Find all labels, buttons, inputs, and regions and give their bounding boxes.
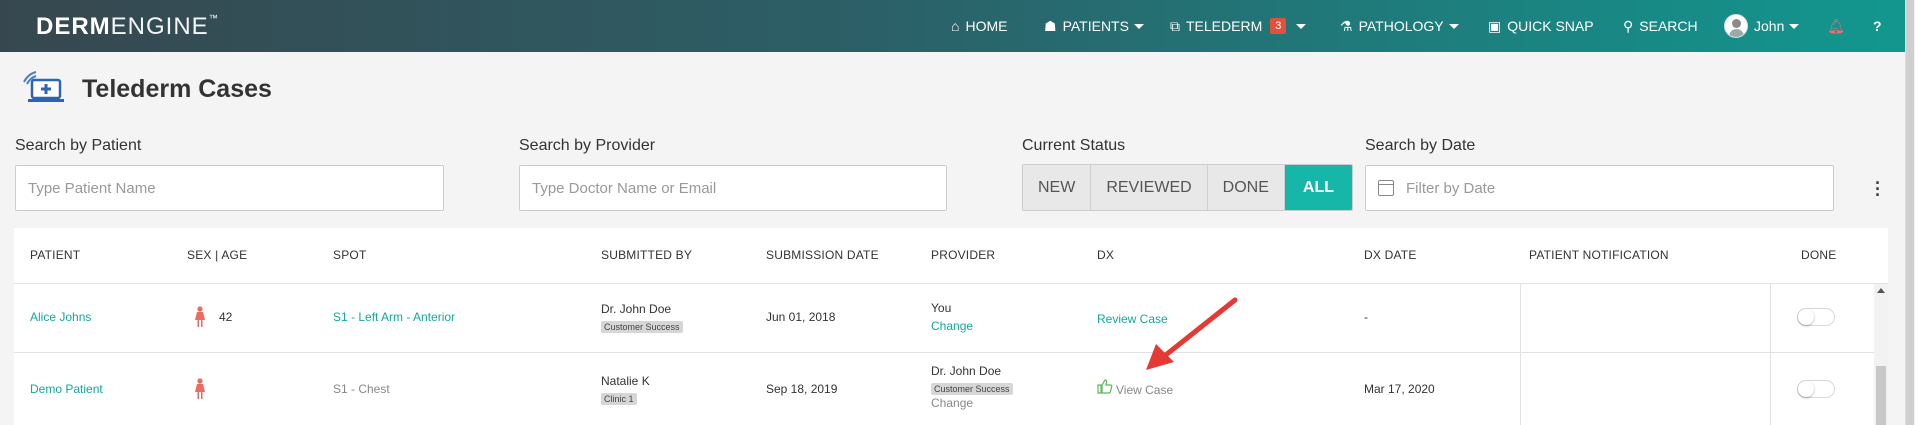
change-provider-link[interactable]: Change [931,396,973,410]
home-icon: ⌂ [951,18,960,34]
telederm-count-badge: 3 [1270,18,1287,34]
submitter-tag: Customer Success [601,321,683,333]
spot-text: S1 - Chest [333,382,390,396]
nav-home-label: HOME [965,18,1008,34]
telederm-icon: ⧉ [1170,17,1180,34]
submission-date: Sep 18, 2019 [766,382,838,396]
nav-patients[interactable]: ☗ PATIENTS [1044,0,1144,52]
camera-icon: ▣ [1488,17,1502,34]
user-menu[interactable]: John [1724,0,1800,52]
avatar [1724,14,1748,38]
microscope-icon: ⚗ [1340,17,1353,34]
col-header-dx-date[interactable]: DX DATE [1364,248,1417,262]
view-case-link[interactable]: View Case [1116,383,1173,397]
bell-icon: 🔔︎ [1827,17,1845,34]
column-divider [1770,284,1771,425]
nav-telederm-label: TELEDERM [1186,18,1263,34]
dermengine-logo[interactable]: DERMENGINE™ [36,13,219,41]
thumbs-up-icon [1097,379,1113,394]
more-options-icon[interactable]: · · · [1875,174,1881,204]
logo-thin-text: ENGINE [110,13,209,40]
nav-search[interactable]: ⚲ SEARCH [1623,0,1698,52]
telederm-monitor-icon [23,71,64,102]
col-header-patient-notification[interactable]: PATIENT NOTIFICATION [1529,248,1669,262]
date-search-label: Search by Date [1365,137,1476,154]
provider-search-input[interactable] [519,165,947,211]
page-scrollbar-thumb[interactable] [1906,0,1914,425]
female-icon [195,306,205,327]
nav-patients-label: PATIENTS [1062,18,1129,34]
calendar-icon [1378,180,1394,196]
nav-quick-snap[interactable]: ▣ QUICK SNAP [1488,0,1594,52]
status-done-button[interactable]: DONE [1207,165,1285,210]
col-header-provider[interactable]: PROVIDER [931,248,995,262]
col-header-submission-date[interactable]: SUBMISSION DATE [766,248,879,262]
nav-search-label: SEARCH [1639,18,1698,34]
spot-link[interactable]: S1 - Left Arm - Anterior [333,310,455,324]
annotation-arrow-icon [1146,297,1238,370]
logo-tm: ™ [208,13,219,23]
header-divider [14,283,1888,284]
user-name: John [1754,18,1785,34]
nav-quick-snap-label: QUICK SNAP [1507,18,1594,34]
patient-name-link[interactable]: Alice Johns [30,310,91,324]
status-filter: NEW REVIEWED DONE ALL [1022,164,1354,211]
provider-tag: Customer Success [931,383,1013,395]
submitter-tag: Clinic 1 [601,393,637,405]
search-icon: ⚲ [1623,17,1634,34]
top-navbar: DERMENGINE™ ⌂ HOME ☗ PATIENTS ⧉ TELEDERM… [0,0,1905,52]
table-scrollbar[interactable] [1874,284,1888,425]
status-new-button[interactable]: NEW [1023,165,1092,210]
col-header-submitted-by[interactable]: SUBMITTED BY [601,248,692,262]
dx-date: - [1364,310,1368,324]
submission-date: Jun 01, 2018 [766,310,836,324]
patient-search-label: Search by Patient [15,137,142,154]
nav-home[interactable]: ⌂ HOME [951,0,1007,52]
nav-pathology[interactable]: ⚗ PATHOLOGY [1340,0,1459,52]
chevron-down-icon [1448,23,1459,29]
status-reviewed-button[interactable]: REVIEWED [1091,165,1208,210]
row-divider [14,352,1888,353]
nav-telederm[interactable]: ⧉ TELEDERM 3 [1170,0,1307,52]
patient-name-link[interactable]: Demo Patient [30,382,103,396]
provider-name: Dr. John Doe [931,364,1002,378]
submitted-by: Natalie K [601,374,650,388]
page-scrollbar[interactable] [1905,0,1915,425]
help-button[interactable]: ? [1873,0,1882,52]
chevron-down-icon [1133,23,1144,29]
status-label: Current Status [1022,137,1126,154]
column-divider [1520,284,1521,425]
logo-bold-text: DERM [36,13,111,40]
done-toggle[interactable] [1797,380,1835,398]
scroll-up-arrow-icon[interactable] [1877,288,1885,293]
col-header-dx[interactable]: DX [1097,248,1114,262]
date-filter-input[interactable] [1365,165,1834,211]
chevron-down-icon [1789,23,1800,29]
notifications-button[interactable]: 🔔︎ [1827,0,1851,52]
help-icon: ? [1873,18,1882,34]
provider-name: You [931,301,952,315]
submitted-by: Dr. John Doe [601,302,672,316]
female-icon [195,378,205,399]
patient-search-input[interactable] [15,165,444,211]
dx-date: Mar 17, 2020 [1364,382,1435,396]
provider-search-label: Search by Provider [519,137,656,154]
col-header-patient[interactable]: PATIENT [30,248,80,262]
cases-table: PATIENT SEX | AGE SPOT SUBMITTED BY SUBM… [14,228,1888,425]
col-header-spot[interactable]: SPOT [333,248,366,262]
nav-pathology-label: PATHOLOGY [1358,18,1444,34]
chevron-down-icon [1296,23,1307,29]
patient-age: 42 [219,310,233,324]
done-toggle[interactable] [1797,308,1835,326]
table-scrollbar-thumb[interactable] [1876,366,1886,425]
page-title: Telederm Cases [82,75,272,103]
col-header-done[interactable]: DONE [1801,248,1836,262]
change-provider-link[interactable]: Change [931,319,973,333]
col-header-sex-age[interactable]: SEX | AGE [187,248,247,262]
patients-icon: ☗ [1044,17,1057,34]
status-all-button[interactable]: ALL [1284,165,1353,210]
